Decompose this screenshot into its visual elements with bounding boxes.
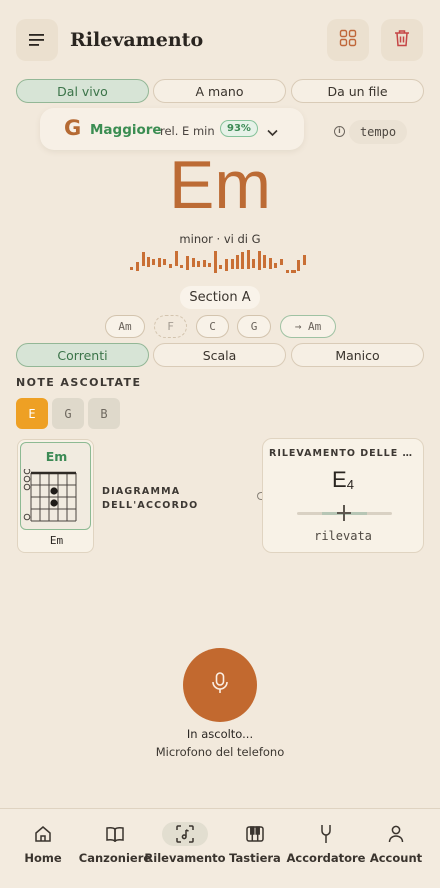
tab-manual[interactable]: A mano: [153, 79, 286, 103]
chord-diagram-label: DIAGRAMMA DELL'ACCORDO: [102, 486, 199, 511]
home-icon: [20, 822, 66, 846]
book-icon: [92, 822, 138, 846]
detection-status: rilevata: [314, 529, 372, 543]
tab-file[interactable]: Da un file: [291, 79, 424, 103]
current-chord: Em: [169, 147, 271, 223]
microphone-button[interactable]: [183, 648, 257, 722]
progression-next-chip[interactable]: → Am: [280, 315, 336, 338]
grid-icon: [339, 29, 357, 51]
key-relative: rel. E min: [160, 124, 215, 138]
nav-account[interactable]: Account: [359, 809, 433, 879]
tuning-fork-icon: [303, 822, 349, 846]
bottom-nav: Home Canzoniere Rilevamento Tastiera Acc…: [0, 808, 440, 888]
tab-neck[interactable]: Manico: [291, 343, 424, 367]
delete-button[interactable]: [381, 19, 423, 61]
nav-keyboard[interactable]: Tastiera: [218, 809, 292, 879]
nav-tuner[interactable]: Accordatore: [287, 809, 365, 879]
tab-scale[interactable]: Scala: [153, 343, 286, 367]
chord-diagram-card[interactable]: Em Em: [17, 439, 94, 553]
detected-octave: 4: [346, 477, 354, 492]
menu-icon: [29, 31, 45, 50]
key-root: G: [64, 116, 82, 140]
listening-source: Microfono del telefono: [155, 745, 285, 759]
progression-chip[interactable]: F: [154, 315, 187, 338]
heard-notes-title: NOTE ASCOLTATE: [16, 376, 142, 389]
pitch-indicator: [343, 505, 345, 521]
chord-diagram-name: Em: [49, 534, 64, 547]
heard-note-chip: G: [52, 398, 84, 429]
listening-status: In ascolto...: [186, 727, 254, 741]
heard-note-chip: E: [16, 398, 48, 429]
page-title: Rilevamento: [70, 29, 204, 51]
audio-level-meter: [130, 250, 306, 273]
grid-button[interactable]: [327, 19, 369, 61]
chord-diagram: Em: [20, 442, 91, 530]
nav-detection[interactable]: Rilevamento: [144, 809, 226, 879]
tab-live[interactable]: Dal vivo: [16, 79, 149, 103]
menu-button[interactable]: [16, 19, 58, 61]
detected-note: E4: [332, 467, 354, 492]
chevron-down-icon: [267, 122, 278, 141]
nav-home[interactable]: Home: [6, 809, 80, 879]
progression-chip[interactable]: Am: [105, 315, 145, 338]
key-mode: Maggiore: [90, 122, 162, 138]
progression-chip[interactable]: C: [196, 315, 229, 338]
chord-diagram-title: Em: [45, 449, 68, 464]
info-icon[interactable]: i: [334, 126, 345, 137]
note-detection-card: RILEVAMENTO DELLE NOTE E4 rilevata: [262, 438, 424, 553]
detect-icon: [162, 822, 208, 846]
key-selector[interactable]: G Maggiore rel. E min 93%: [40, 108, 304, 150]
tab-current[interactable]: Correnti: [16, 343, 149, 367]
nav-songbook[interactable]: Canzoniere: [78, 809, 152, 879]
piano-icon: [232, 822, 278, 846]
chord-function: minor · vi di G: [179, 232, 261, 246]
tempo-button[interactable]: tempo: [349, 120, 407, 144]
user-icon: [373, 822, 419, 846]
progression-chip[interactable]: G: [237, 315, 271, 338]
fretboard-diagram: [23, 469, 77, 522]
trash-icon: [394, 29, 410, 51]
note-detection-title: RILEVAMENTO DELLE NOTE: [269, 448, 419, 459]
section-label: Section A: [180, 286, 260, 309]
confidence-badge: 93%: [220, 120, 258, 137]
microphone-icon: [211, 672, 229, 698]
heard-note-chip: B: [88, 398, 120, 429]
